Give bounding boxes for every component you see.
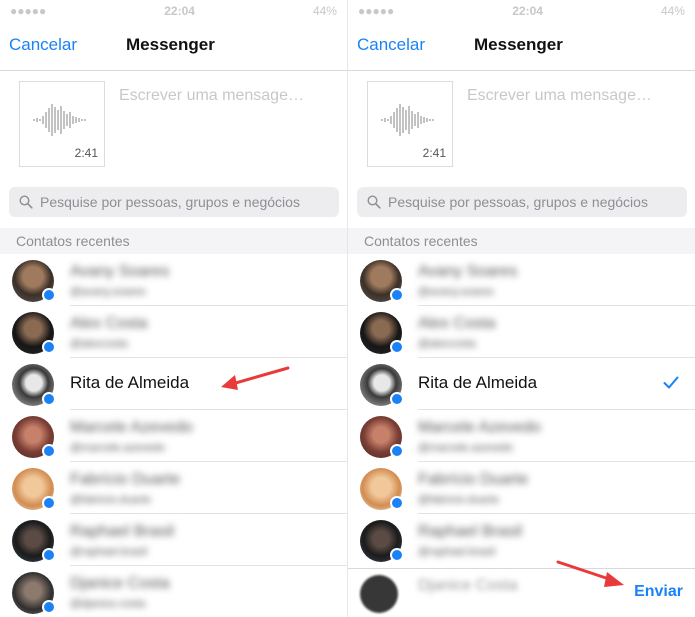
contact-name: Avany Soares [418,263,518,280]
status-bar: ●●●●● 22:04 44% [348,0,695,22]
contact-username: @marcele.azevedo [418,442,513,454]
send-bar: Djanice Costa Enviar [348,568,695,617]
contact-name: Fabrício Duarte [70,471,181,488]
contact-row[interactable]: Raphael Brasil @raphael.brasil [348,514,695,566]
contact-row[interactable]: Marcele Azevedo @marcele.azevedo [348,410,695,462]
contact-username: @fabricio.duarte [418,494,499,506]
messenger-badge-icon [42,340,56,354]
messenger-badge-icon [42,392,56,406]
contact-row[interactable]: Alex Costa @alexcosta [348,306,695,358]
page-title: Messenger [126,35,215,54]
messenger-badge-icon [42,600,56,614]
contact-username: @alexcosta [70,338,128,350]
checkmark-icon [663,376,679,389]
contact-username: @avany.soares [418,286,494,298]
nav-bar: Cancelar Messenger [348,22,695,71]
send-button[interactable]: Enviar [634,583,683,601]
audio-attachment[interactable]: 2:41 [367,81,453,167]
contact-name: Raphael Brasil [70,523,175,540]
cancel-button[interactable]: Cancelar [357,35,425,55]
contact-name: Alex Costa [70,315,148,332]
audio-attachment[interactable]: 2:41 [19,81,105,167]
messenger-badge-icon [390,548,404,562]
battery-level: 44% [660,4,685,18]
status-bar: ●●●●● 22:04 44% [0,0,347,22]
messenger-badge-icon [390,392,404,406]
contact-name: Marcele Azevedo [70,419,193,436]
section-header-recent: Contatos recentes [348,228,695,254]
contact-row[interactable]: Alex Costa @alexcosta [0,306,347,358]
waveform-icon [381,104,434,136]
contact-name: Fabrício Duarte [418,471,529,488]
section-header-recent: Contatos recentes [0,228,347,254]
contact-row[interactable]: Djanice Costa @djanice.costa [0,566,347,617]
share-sheet-left: ●●●●● 22:04 44% Cancelar Messenger 2:41 … [0,0,347,617]
page-title: Messenger [474,35,563,54]
contact-username: @djanice.costa [70,598,146,610]
contact-row[interactable]: Marcele Azevedo @marcele.azevedo [0,410,347,462]
contact-list: Avany Soares @avany.soares Alex Costa @a… [348,254,695,566]
contact-username: @fabricio.duarte [70,494,151,506]
contact-username: @raphael.brasil [418,546,496,558]
waveform-icon [33,104,86,136]
contact-row[interactable]: Fabrício Duarte @fabricio.duarte [348,462,695,514]
contact-name: Marcele Azevedo [418,419,541,436]
compose-area: 2:41 [348,71,695,181]
contact-name: Djanice Costa [70,575,170,592]
contact-username: @alexcosta [418,338,476,350]
contact-name: Djanice Costa [418,577,518,594]
contact-username: @avany.soares [70,286,146,298]
messenger-badge-icon [42,288,56,302]
search-bar[interactable]: Pesquise por pessoas, grupos e negócios [9,187,339,217]
contact-username: @raphael.brasil [70,546,148,558]
contact-list: Avany Soares @avany.soares Alex Costa @a… [0,254,347,617]
contact-name: Avany Soares [70,263,170,280]
contact-row[interactable]: Raphael Brasil @raphael.brasil [0,514,347,566]
contact-username: @marcele.azevedo [70,442,165,454]
audio-duration: 2:41 [74,146,98,160]
audio-duration: 2:41 [422,146,446,160]
cancel-button[interactable]: Cancelar [9,35,77,55]
screenshot-comparison: ●●●●● 22:04 44% Cancelar Messenger 2:41 … [0,0,695,617]
search-placeholder: Pesquise por pessoas, grupos e negócios [388,194,648,210]
avatar [360,575,398,613]
message-input[interactable] [467,87,687,105]
messenger-badge-icon [390,444,404,458]
search-icon [19,195,33,209]
search-bar[interactable]: Pesquise por pessoas, grupos e negócios [357,187,687,217]
share-sheet-right: ●●●●● 22:04 44% Cancelar Messenger 2:41 … [347,0,695,617]
contact-row[interactable]: Avany Soares @avany.soares [348,254,695,306]
status-time: 22:04 [512,4,543,18]
contact-name: Alex Costa [418,315,496,332]
search-placeholder: Pesquise por pessoas, grupos e negócios [40,194,300,210]
battery-level: 44% [312,4,337,18]
contact-name: Rita de Almeida [418,373,538,392]
search-icon [367,195,381,209]
messenger-badge-icon [390,288,404,302]
status-time: 22:04 [164,4,195,18]
contact-name: Raphael Brasil [418,523,523,540]
compose-area: 2:41 [0,71,347,181]
messenger-badge-icon [390,340,404,354]
contact-row[interactable]: Avany Soares @avany.soares [0,254,347,306]
contact-row[interactable]: Rita de Almeida [0,358,347,410]
signal-icon: ●●●●● [10,4,47,18]
messenger-badge-icon [42,496,56,510]
message-input[interactable] [119,87,339,105]
contact-row-selected[interactable]: Rita de Almeida [348,358,695,410]
contact-name: Rita de Almeida [70,373,190,392]
nav-bar: Cancelar Messenger [0,22,347,71]
signal-icon: ●●●●● [358,4,395,18]
messenger-badge-icon [42,548,56,562]
contact-row[interactable]: Fabrício Duarte @fabricio.duarte [0,462,347,514]
messenger-badge-icon [42,444,56,458]
messenger-badge-icon [390,496,404,510]
